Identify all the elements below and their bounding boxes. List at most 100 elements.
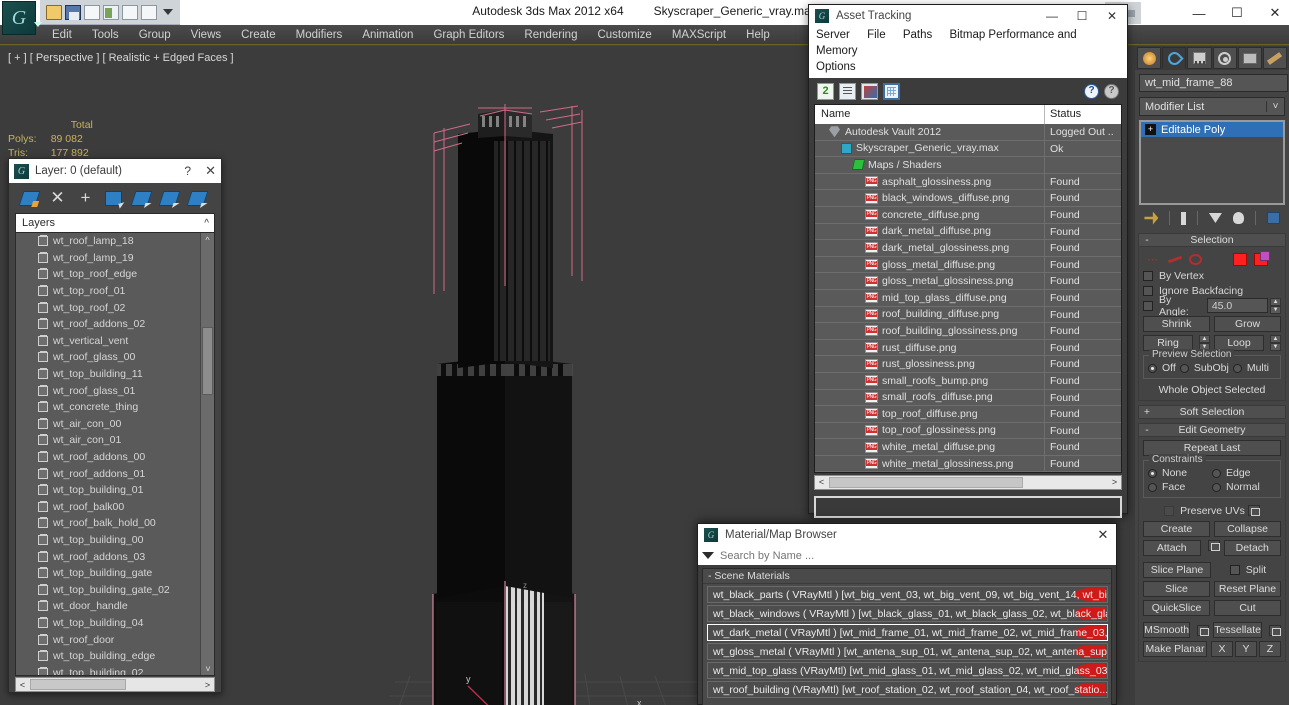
- layer-list-item[interactable]: wt_roof_glass_00: [16, 349, 200, 366]
- material-browser-titlebar[interactable]: G Material/Map Browser ✕: [698, 524, 1116, 546]
- help-dropdown-icon[interactable]: [1128, 9, 1135, 17]
- asset-table-row[interactable]: top_roof_glossiness.png Found: [815, 422, 1121, 440]
- layer-list-item[interactable]: wt_top_building_11: [16, 366, 200, 383]
- menu-rendering[interactable]: Rendering: [514, 27, 587, 43]
- element-subobject-icon[interactable]: [1254, 250, 1270, 266]
- grow-button[interactable]: Grow: [1214, 316, 1281, 332]
- asset-tracking-titlebar[interactable]: G Asset Tracking — ☐ ✕: [809, 5, 1127, 27]
- asset-tracking-toolbar[interactable]: ? ?: [809, 78, 1127, 104]
- asset-table-row[interactable]: roof_building_diffuse.png Found: [815, 306, 1121, 324]
- collapse-icon[interactable]: -: [1139, 424, 1155, 436]
- sub-object-level-buttons[interactable]: ⋯: [1143, 250, 1281, 268]
- highlight-selected-objects-layer-icon[interactable]: [158, 190, 181, 206]
- asset-table-row[interactable]: rust_glossiness.png Found: [815, 356, 1121, 373]
- layer-list-item[interactable]: wt_roof_balk_hold_00: [16, 515, 200, 532]
- make-unique-icon[interactable]: [1208, 213, 1222, 223]
- maximize-button[interactable]: ☐: [1227, 5, 1247, 21]
- configure-modifier-sets-icon[interactable]: [1266, 212, 1280, 224]
- pin-stack-icon[interactable]: [1144, 211, 1159, 225]
- layer-list-item[interactable]: wt_roof_lamp_19: [16, 250, 200, 267]
- edit-geometry-rollout-header[interactable]: - Edit Geometry: [1138, 423, 1286, 437]
- asset-table-row[interactable]: Skyscraper_Generic_vray.max Ok: [815, 140, 1121, 158]
- menu-graph-editors[interactable]: Graph Editors: [423, 27, 514, 43]
- constraint-face-radio[interactable]: Face: [1148, 481, 1212, 493]
- help-icon[interactable]: ?: [1084, 83, 1099, 99]
- checkbox-icon[interactable]: [1143, 270, 1153, 281]
- minimize-button[interactable]: —: [1189, 6, 1209, 21]
- material-map-browser-dialog[interactable]: G Material/Map Browser ✕ - Scene Materia…: [697, 523, 1117, 705]
- polygon-subobject-icon[interactable]: [1233, 252, 1247, 266]
- asset-table-row[interactable]: gloss_metal_glossiness.png Found: [815, 273, 1121, 290]
- asset-menu-bitmap-performance[interactable]: Bitmap Performance and Memory: [816, 29, 1077, 57]
- make-planar-z-button[interactable]: Z: [1259, 641, 1281, 657]
- asset-table-row[interactable]: dark_metal_diffuse.png Found: [815, 223, 1121, 241]
- by-angle-row[interactable]: By Angle: 45.0 ▲ ▼: [1143, 294, 1281, 318]
- quickslice-button[interactable]: QuickSlice: [1143, 600, 1210, 616]
- slice-button[interactable]: Slice: [1143, 581, 1210, 597]
- layer-list-item[interactable]: wt_air_con_00: [16, 416, 200, 433]
- shrink-grow-row[interactable]: Shrink Grow: [1143, 316, 1281, 332]
- asset-column-status[interactable]: Status: [1045, 105, 1121, 124]
- app-logo[interactable]: G: [2, 1, 36, 35]
- create-tab[interactable]: [1137, 47, 1162, 69]
- asset-menu-server[interactable]: Server: [816, 29, 850, 41]
- search-input[interactable]: [720, 549, 1112, 562]
- menu-edit[interactable]: Edit: [42, 27, 82, 43]
- asset-table-row[interactable]: small_roofs_bump.png Found: [815, 372, 1121, 390]
- command-panel[interactable]: Modifier List ˅ + Editable Poly - Select…: [1135, 46, 1289, 705]
- soft-selection-rollout-header[interactable]: + Soft Selection: [1138, 405, 1286, 419]
- asset-table-row[interactable]: Maps / Shaders: [815, 157, 1121, 174]
- preview-off-radio[interactable]: Off: [1148, 362, 1176, 374]
- select-highlighted-layers-icon[interactable]: [130, 190, 153, 206]
- expand-icon[interactable]: +: [1139, 406, 1155, 418]
- detach-button[interactable]: Detach: [1223, 540, 1281, 556]
- material-list-body[interactable]: - Scene Materials wt_black_parts ( VRayM…: [702, 568, 1112, 705]
- shrink-button[interactable]: Shrink: [1143, 316, 1210, 332]
- attach-button[interactable]: Attach: [1143, 540, 1201, 556]
- layer-list-item[interactable]: wt_top_roof_02: [16, 299, 200, 316]
- edge-subobject-icon[interactable]: [1167, 255, 1183, 263]
- scroll-left-icon[interactable]: <: [815, 476, 828, 489]
- radio-icon[interactable]: [1212, 468, 1221, 478]
- ring-spinner[interactable]: ▲ ▼: [1199, 335, 1210, 351]
- vault-login-icon[interactable]: [817, 82, 834, 100]
- edit-geometry-rollout[interactable]: - Edit Geometry Repeat Last Constraints …: [1138, 423, 1286, 662]
- asset-table-row[interactable]: Autodesk Vault 2012 Logged Out ..: [815, 124, 1121, 141]
- scroll-left-icon[interactable]: <: [16, 680, 29, 690]
- scrollbar-thumb[interactable]: [202, 327, 213, 395]
- checkbox-icon[interactable]: [1143, 285, 1153, 296]
- show-end-result-icon[interactable]: [1181, 211, 1187, 225]
- make-planar-y-button[interactable]: Y: [1235, 641, 1257, 657]
- layer-list-item[interactable]: wt_roof_addons_03: [16, 548, 200, 565]
- asset-table[interactable]: Name Status Autodesk Vault 2012 Logged Ou…: [814, 104, 1122, 474]
- chevron-down-icon[interactable]: [163, 9, 173, 15]
- make-planar-row[interactable]: Make Planar X Y Z: [1143, 641, 1281, 657]
- asset-table-row[interactable]: white_metal_diffuse.png Found: [815, 439, 1121, 456]
- asset-table-row[interactable]: gloss_metal_diffuse.png Found: [815, 256, 1121, 274]
- layer-list-item[interactable]: wt_concrete_thing: [16, 399, 200, 416]
- asset-tracking-menubar[interactable]: Server File Paths Bitmap Performance and…: [809, 27, 1127, 78]
- slice-plane-row[interactable]: Slice Plane Split: [1143, 562, 1281, 578]
- scroll-right-icon[interactable]: >: [1108, 476, 1121, 489]
- quickslice-cut-row[interactable]: QuickSlice Cut: [1143, 600, 1281, 616]
- asset-table-row[interactable]: rust_diffuse.png Found: [815, 339, 1121, 357]
- layer-dialog-toolbar[interactable]: ✕ +: [9, 183, 221, 213]
- layer-list-item[interactable]: wt_top_building_edge: [16, 648, 200, 665]
- asset-tracking-minimize-button[interactable]: —: [1037, 9, 1067, 23]
- preserve-uvs-checkbox[interactable]: Preserve UVs: [1143, 503, 1281, 518]
- layer-list-item[interactable]: wt_roof_addons_00: [16, 449, 200, 466]
- checkbox-icon[interactable]: [1229, 565, 1240, 575]
- hscrollbar-thumb[interactable]: [829, 477, 1023, 489]
- layer-dialog-close-button[interactable]: ✕: [205, 163, 216, 179]
- scroll-right-icon[interactable]: >: [201, 680, 214, 690]
- asset-table-row[interactable]: roof_building_glossiness.png Found: [815, 323, 1121, 340]
- menu-customize[interactable]: Customize: [587, 27, 661, 43]
- redo-icon[interactable]: [103, 4, 119, 20]
- menu-animation[interactable]: Animation: [352, 27, 423, 43]
- layer-dialog-titlebar[interactable]: G Layer: 0 (default) ? ✕: [9, 159, 221, 183]
- preview-multi-radio[interactable]: Multi: [1232, 362, 1269, 374]
- make-planar-axes[interactable]: X Y Z: [1211, 641, 1281, 657]
- vertex-subobject-icon[interactable]: ⋯: [1147, 253, 1161, 266]
- layer-list-item[interactable]: wt_top_building_01: [16, 482, 200, 499]
- material-search-bar[interactable]: [698, 546, 1116, 565]
